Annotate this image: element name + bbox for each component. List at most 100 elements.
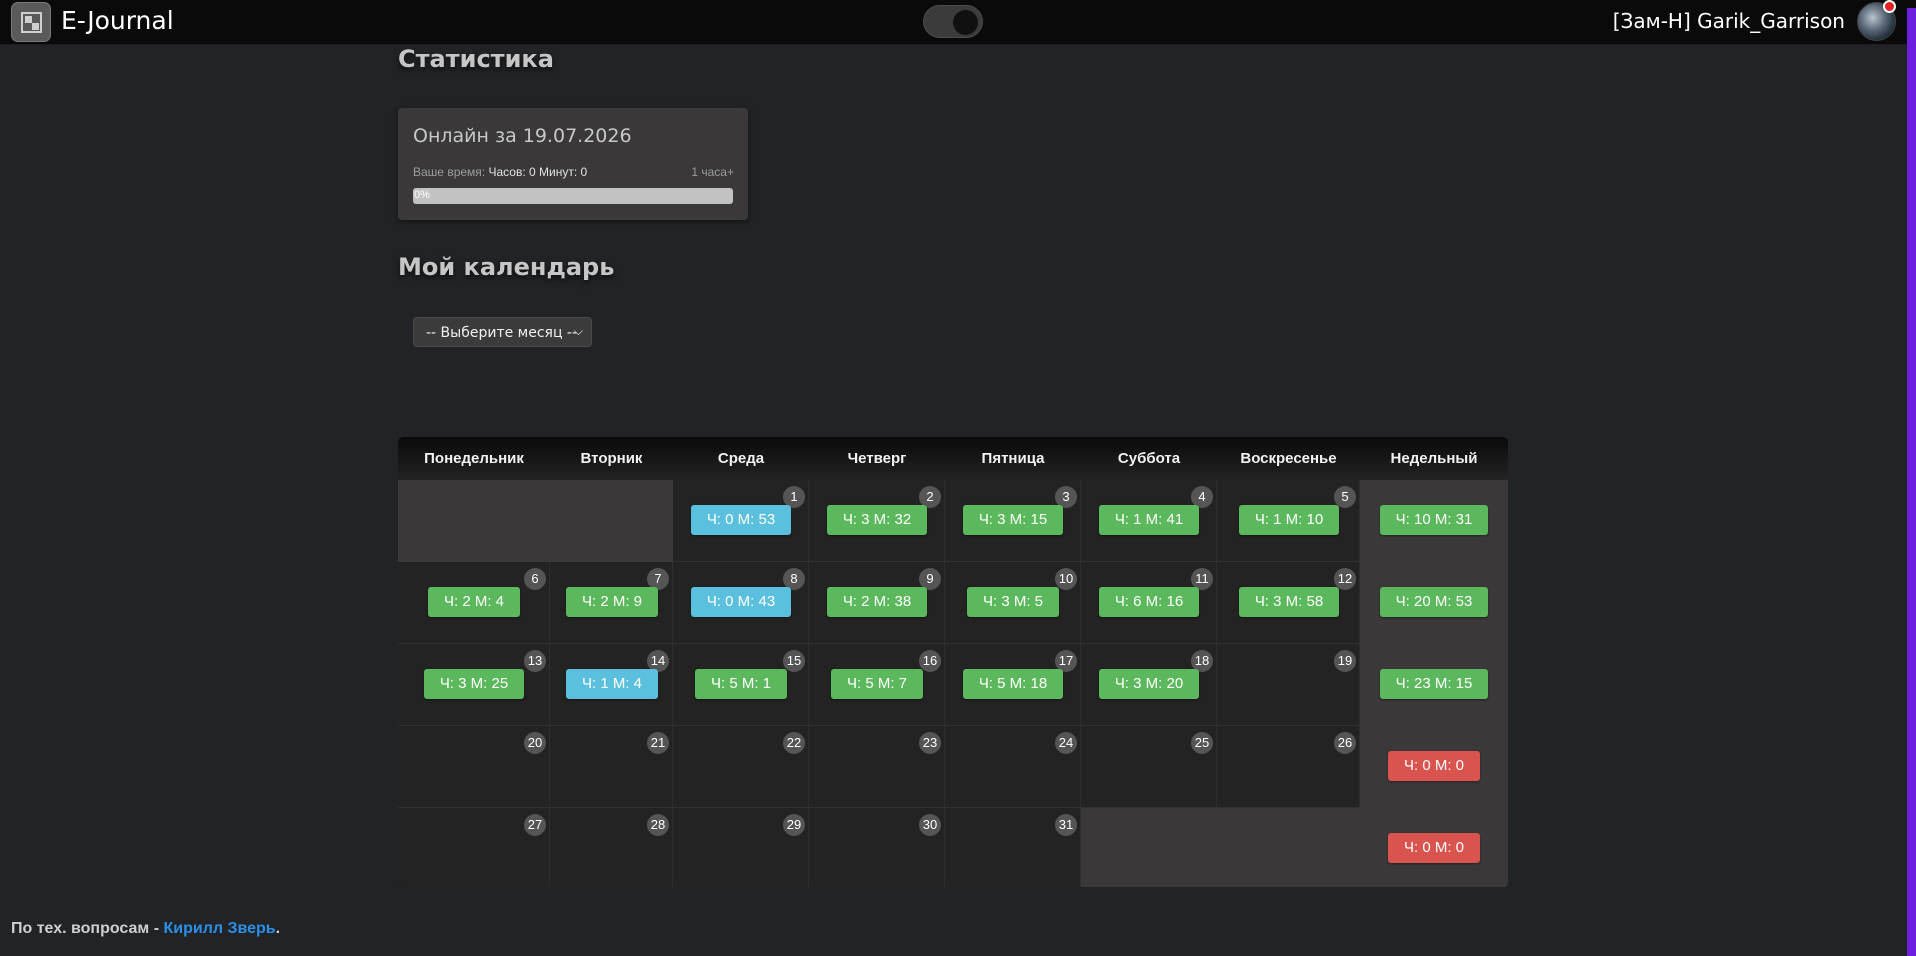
calendar-header-cell: Суббота: [1117, 450, 1181, 467]
calendar-day-cell: 6 Ч: 2 М: 4: [398, 562, 550, 644]
calendar-empty-cell: [1217, 808, 1360, 887]
day-number-badge: 28: [647, 814, 669, 836]
weekly-total-badge: Ч: 0 М: 0: [1388, 751, 1480, 781]
day-number-badge: 6: [524, 568, 546, 590]
day-online-badge: Ч: 2 М: 38: [827, 587, 927, 617]
day-number-badge: 15: [783, 650, 805, 672]
stat-card-title: Онлайн за 19.07.2026: [413, 125, 632, 147]
weekly-total-cell: Ч: 0 М: 0: [1360, 808, 1508, 887]
calendar-day-cell: 2 Ч: 3 М: 32: [809, 480, 945, 562]
day-number-badge: 23: [919, 732, 941, 754]
online-progress-bar: 0%: [413, 188, 733, 204]
calendar-day-cell: 20: [398, 726, 550, 808]
footer: По тех. вопросам - Кирилл Зверь.: [11, 920, 280, 938]
day-online-badge: Ч: 3 М: 58: [1239, 587, 1339, 617]
calendar-day-cell: 21: [550, 726, 673, 808]
calendar-table: Понедельник Вторник Среда Четверг Пятница Суб…: [398, 437, 1508, 887]
day-number-badge: 25: [1191, 732, 1213, 754]
day-online-badge: Ч: 1 М: 10: [1239, 505, 1339, 535]
month-select[interactable]: -- Выберите месяц -- ⌵: [413, 317, 592, 347]
scrollbar[interactable]: [1907, 8, 1916, 956]
day-online-badge: Ч: 3 М: 15: [963, 505, 1063, 535]
footer-suffix: .: [275, 920, 281, 937]
calendar-day-cell: 17 Ч: 5 М: 18: [945, 644, 1081, 726]
calendar-day-cell: 23: [809, 726, 945, 808]
chevron-down-icon: ⌵: [573, 324, 583, 338]
calendar-header-cell: Понедельник: [424, 450, 524, 467]
calendar-day-cell: 5 Ч: 1 М: 10: [1217, 480, 1360, 562]
stat-time-label: Ваше время:: [413, 165, 486, 179]
day-number-badge: 10: [1055, 568, 1077, 590]
user-name[interactable]: [Зам-Н] Garik_Garrison: [1613, 9, 1845, 33]
day-number-badge: 26: [1334, 732, 1356, 754]
day-online-badge: Ч: 5 М: 7: [831, 669, 923, 699]
calendar-day-cell: 14 Ч: 1 М: 4: [550, 644, 673, 726]
calendar-day-cell: 3 Ч: 3 М: 15: [945, 480, 1081, 562]
toggle-knob-icon: [953, 10, 978, 35]
calendar-header-cell: Недельный: [1390, 450, 1478, 467]
calendar-day-cell: 4 Ч: 1 М: 41: [1081, 480, 1217, 562]
day-online-badge: Ч: 3 М: 20: [1099, 669, 1199, 699]
calendar-day-cell: 1 Ч: 0 М: 53: [673, 480, 809, 562]
weekly-total-badge: Ч: 23 М: 15: [1380, 669, 1488, 699]
day-online-badge: Ч: 1 М: 41: [1099, 505, 1199, 535]
calendar-day-cell: 31: [945, 808, 1081, 887]
calendar-day-cell: 9 Ч: 2 М: 38: [809, 562, 945, 644]
day-number-badge: 22: [783, 732, 805, 754]
app-logo-icon[interactable]: [11, 2, 51, 42]
calendar-header-cell: Четверг: [847, 450, 907, 467]
theme-toggle[interactable]: [923, 5, 983, 38]
calendar-header-cell: Пятница: [981, 450, 1045, 467]
calendar-day-cell: 22: [673, 726, 809, 808]
calendar-header-cell: Вторник: [580, 450, 643, 467]
day-number-badge: 27: [524, 814, 546, 836]
weekly-total-cell: Ч: 23 М: 15: [1360, 644, 1508, 726]
month-select-value: -- Выберите месяц --: [426, 325, 578, 341]
calendar-day-cell: 30: [809, 808, 945, 887]
day-online-badge: Ч: 5 М: 1: [695, 669, 787, 699]
day-online-badge: Ч: 6 М: 16: [1099, 587, 1199, 617]
day-number-badge: 16: [919, 650, 941, 672]
calendar-day-cell: 12 Ч: 3 М: 58: [1217, 562, 1360, 644]
calendar-header-row: Понедельник Вторник Среда Четверг Пятница Суб…: [398, 437, 1508, 480]
weekly-total-badge: Ч: 10 М: 31: [1380, 505, 1488, 535]
calendar-header-cell: Воскресенье: [1240, 450, 1337, 467]
notification-dot-icon: [1883, 0, 1896, 13]
weekly-total-badge: Ч: 20 М: 53: [1380, 587, 1488, 617]
calendar-empty-cell: [550, 480, 673, 562]
day-online-badge: Ч: 0 М: 53: [691, 505, 791, 535]
day-online-badge: Ч: 1 М: 4: [566, 669, 658, 699]
day-online-badge: Ч: 5 М: 18: [963, 669, 1063, 699]
day-number-badge: 24: [1055, 732, 1077, 754]
weekly-total-badge: Ч: 0 М: 0: [1388, 833, 1480, 863]
day-number-badge: 31: [1055, 814, 1077, 836]
calendar-empty-cell: [398, 480, 550, 562]
calendar-day-cell: 13 Ч: 3 М: 25: [398, 644, 550, 726]
day-online-badge: Ч: 2 М: 4: [428, 587, 520, 617]
stats-heading: Статистика: [398, 45, 554, 73]
calendar-day-cell: 27: [398, 808, 550, 887]
online-stat-card: Онлайн за 19.07.2026 Ваше время: Часов: …: [398, 108, 748, 220]
top-navbar: E-Journal [Зам-Н] Garik_Garrison: [0, 0, 1916, 45]
calendar-empty-cell: [1081, 808, 1217, 887]
calendar-heading: Мой календарь: [398, 253, 615, 281]
day-number-badge: 13: [524, 650, 546, 672]
calendar-day-cell: 19: [1217, 644, 1360, 726]
weekly-total-cell: Ч: 0 М: 0: [1360, 726, 1508, 808]
calendar-day-cell: 18 Ч: 3 М: 20: [1081, 644, 1217, 726]
calendar-day-cell: 16 Ч: 5 М: 7: [809, 644, 945, 726]
footer-text: По тех. вопросам -: [11, 920, 164, 937]
day-number-badge: 21: [647, 732, 669, 754]
calendar-header-cell: Среда: [717, 450, 765, 467]
calendar-day-cell: 10 Ч: 3 М: 5: [945, 562, 1081, 644]
app-title[interactable]: E-Journal: [61, 6, 174, 35]
calendar-day-cell: 7 Ч: 2 М: 9: [550, 562, 673, 644]
weekly-total-cell: Ч: 10 М: 31: [1360, 480, 1508, 562]
calendar-day-cell: 8 Ч: 0 М: 43: [673, 562, 809, 644]
calendar-day-cell: 28: [550, 808, 673, 887]
day-online-badge: Ч: 0 М: 43: [691, 587, 791, 617]
calendar-day-cell: 29: [673, 808, 809, 887]
calendar-day-cell: 25: [1081, 726, 1217, 808]
support-contact-link[interactable]: Кирилл Зверь: [163, 920, 275, 937]
calendar-day-cell: 24: [945, 726, 1081, 808]
